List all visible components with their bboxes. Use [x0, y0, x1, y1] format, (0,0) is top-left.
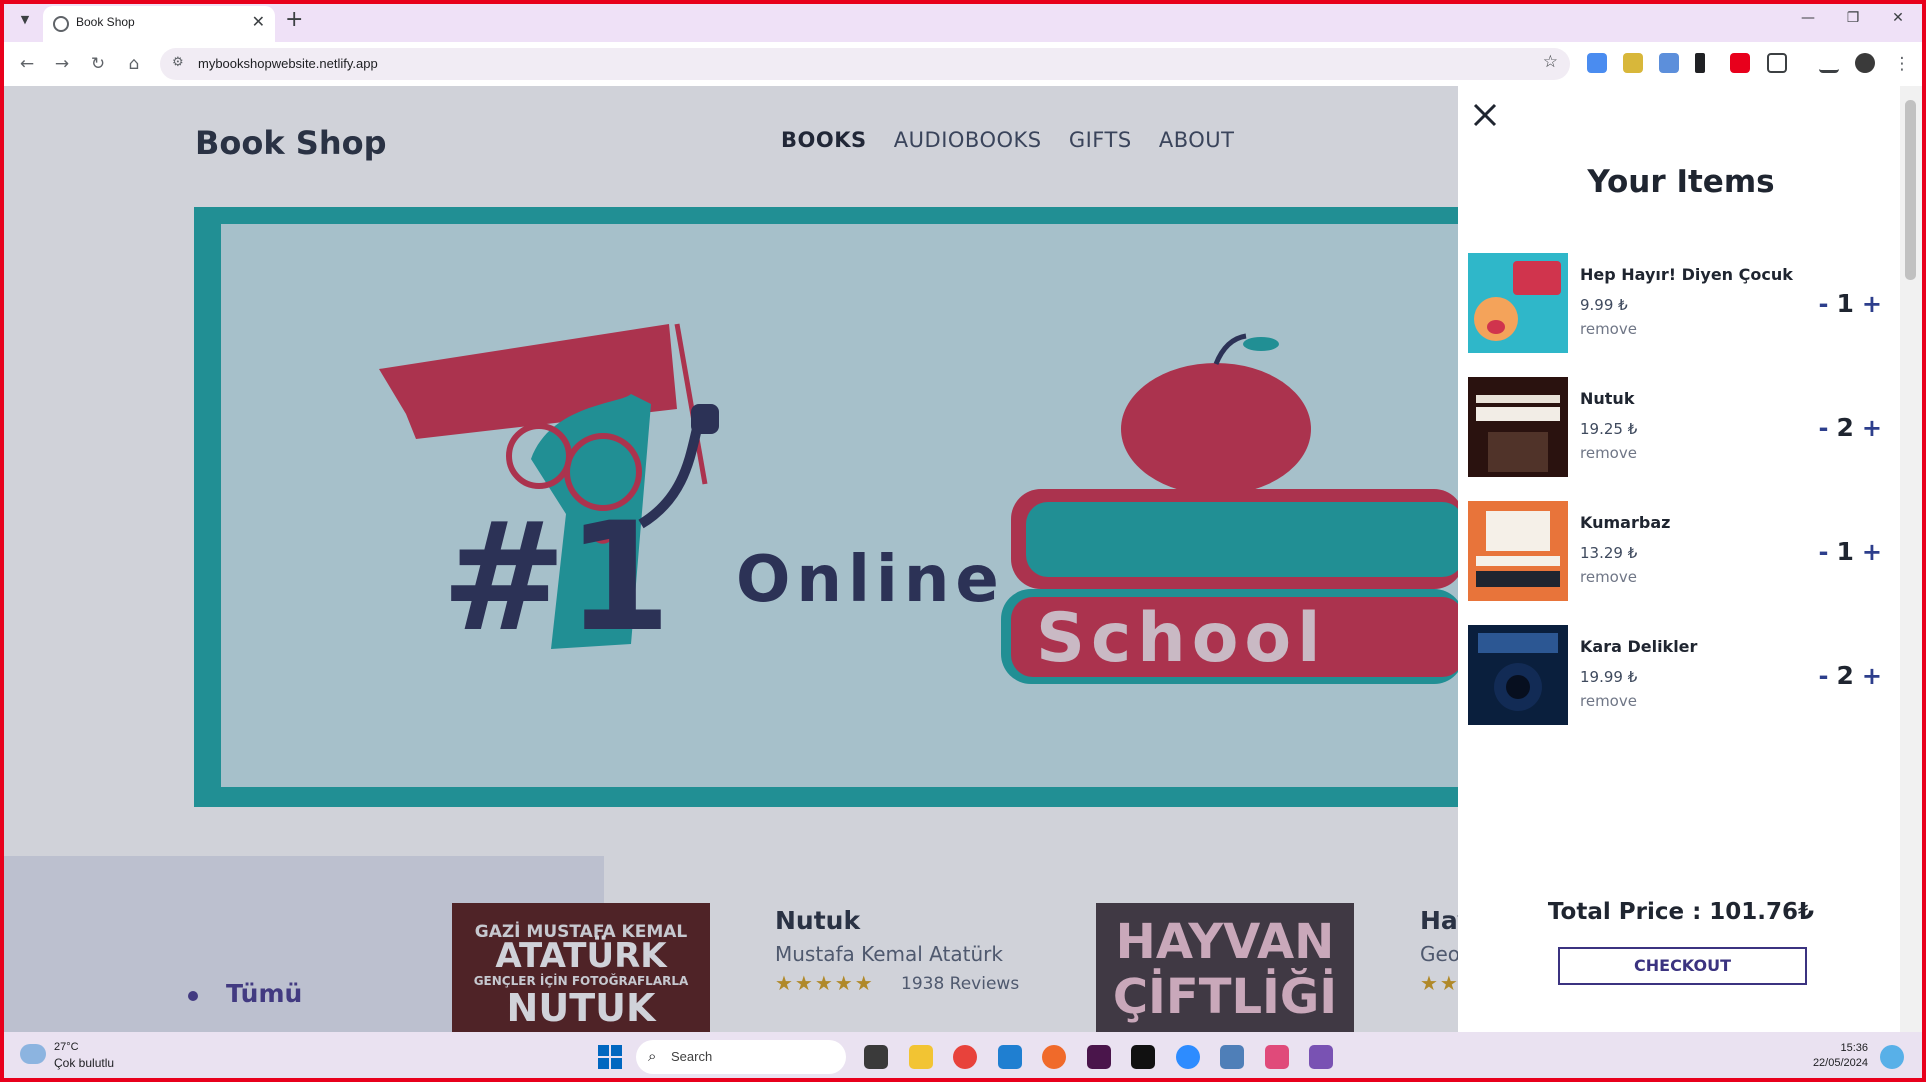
windows-taskbar: 27°C Çok bulutlu ⌕ Search 15:36 22/05/20… — [0, 1032, 1926, 1082]
scrollbar-thumb[interactable] — [1905, 100, 1916, 280]
item-quantity: 1 — [1836, 537, 1854, 566]
file-explorer-icon[interactable] — [909, 1045, 933, 1069]
tab-book-shop[interactable]: Book Shop ✕ — [43, 6, 275, 42]
reload-icon[interactable]: ↻ — [86, 52, 110, 76]
intellij-icon[interactable] — [1131, 1045, 1155, 1069]
cart-item-name: Kara Delikler — [1580, 637, 1698, 656]
weather-cloud-icon[interactable] — [20, 1044, 46, 1064]
taskbar-search-label: Search — [671, 1049, 713, 1064]
address-bar[interactable]: ⚙ mybookshopwebsite.netlify.app ☆ — [160, 48, 1570, 80]
decrease-qty-button[interactable]: - — [1819, 290, 1829, 318]
increase-qty-button[interactable]: + — [1862, 538, 1882, 566]
increase-qty-button[interactable]: + — [1862, 414, 1882, 442]
increase-qty-button[interactable]: + — [1862, 290, 1882, 318]
windows-start-icon[interactable] — [598, 1045, 622, 1069]
snipping-tool-icon[interactable] — [1265, 1045, 1289, 1069]
minimize-icon[interactable]: — — [1798, 10, 1818, 26]
cart-heading: Your Items — [1587, 164, 1775, 200]
download-icon[interactable] — [1819, 53, 1839, 73]
browser-toolbar: ← → ↻ ⌂ ⚙ mybookshopwebsite.netlify.app … — [0, 42, 1926, 86]
bookmark-star-icon[interactable]: ☆ — [1543, 52, 1558, 72]
chrome-icon[interactable] — [953, 1045, 977, 1069]
cart-item-name: Kumarbaz — [1580, 513, 1671, 532]
cart-item-cover — [1468, 253, 1568, 353]
cart-total-price: Total Price : 101.76₺ — [1547, 899, 1815, 925]
cart-panel: Your Items Hep Hayır! Diyen Çocuk 9.99 ₺… — [1458, 86, 1904, 1032]
item-quantity: 1 — [1836, 289, 1854, 318]
browser-tab-bar: ▼ Book Shop ✕ + — ❐ ✕ — [0, 0, 1926, 42]
quantity-stepper: - 1 + — [1819, 289, 1882, 318]
postman-icon[interactable] — [1042, 1045, 1066, 1069]
cart-item-cover — [1468, 377, 1568, 477]
cart-item-price: 19.99 ₺ — [1580, 668, 1638, 686]
item-quantity: 2 — [1836, 413, 1854, 442]
extension-icon[interactable] — [1659, 53, 1679, 73]
tab-list-dropdown-icon[interactable]: ▼ — [14, 9, 36, 31]
vscode-icon[interactable] — [998, 1045, 1022, 1069]
copilot-icon[interactable] — [1880, 1045, 1904, 1069]
translate-extension-icon[interactable] — [1587, 53, 1607, 73]
close-window-icon[interactable]: ✕ — [1888, 10, 1908, 26]
url-text: mybookshopwebsite.netlify.app — [198, 56, 378, 71]
remove-item-link[interactable]: remove — [1580, 568, 1637, 586]
profile-avatar[interactable] — [1855, 53, 1875, 73]
extensions-puzzle-icon[interactable] — [1767, 53, 1787, 73]
clock-date[interactable]: 22/05/2024 — [1800, 1057, 1868, 1069]
cart-item-name: Nutuk — [1580, 389, 1635, 408]
checkout-button[interactable]: CHECKOUT — [1558, 947, 1807, 985]
new-tab-icon[interactable]: + — [285, 7, 303, 32]
book-shop-page: Book Shop BOOKS AUDIOBOOKS GIFTS ABOUT #… — [4, 86, 1473, 1032]
cart-item: Hep Hayır! Diyen Çocuk 9.99 ₺ remove - 1… — [1468, 253, 1898, 355]
zoom-icon[interactable] — [1176, 1045, 1200, 1069]
clock-time[interactable]: 15:36 — [1828, 1042, 1868, 1054]
remove-item-link[interactable]: remove — [1580, 692, 1637, 710]
cart-item-price: 9.99 ₺ — [1580, 296, 1628, 314]
page-viewport: Book Shop BOOKS AUDIOBOOKS GIFTS ABOUT #… — [4, 86, 1904, 1032]
remove-item-link[interactable]: remove — [1580, 444, 1637, 462]
tab-title: Book Shop — [76, 15, 135, 29]
close-cart-icon[interactable] — [1472, 102, 1498, 128]
decrease-qty-button[interactable]: - — [1819, 662, 1829, 690]
extension-icon[interactable] — [1623, 53, 1643, 73]
site-info-icon[interactable]: ⚙ — [172, 55, 184, 70]
page-scrollbar[interactable] — [1900, 86, 1922, 1032]
forward-icon[interactable]: → — [50, 52, 74, 76]
globe-icon — [53, 16, 69, 32]
remote-desktop-icon[interactable] — [1220, 1045, 1244, 1069]
cart-item-cover — [1468, 625, 1568, 725]
weather-temperature[interactable]: 27°C — [54, 1041, 79, 1053]
decrease-qty-button[interactable]: - — [1819, 538, 1829, 566]
bootstrap-studio-icon[interactable] — [1309, 1045, 1333, 1069]
back-icon[interactable]: ← — [15, 52, 39, 76]
cart-item-cover — [1468, 501, 1568, 601]
cart-item-price: 13.29 ₺ — [1580, 544, 1638, 562]
extension-badge-icon[interactable] — [1730, 53, 1750, 73]
decrease-qty-button[interactable]: - — [1819, 414, 1829, 442]
search-icon: ⌕ — [648, 1047, 657, 1065]
cart-item: Kara Delikler 19.99 ₺ remove - 2 + — [1468, 625, 1898, 727]
cart-item-price: 19.25 ₺ — [1580, 420, 1638, 438]
cart-backdrop-overlay[interactable] — [4, 86, 1458, 1032]
remove-item-link[interactable]: remove — [1580, 320, 1637, 338]
slack-icon[interactable] — [1087, 1045, 1111, 1069]
home-icon[interactable]: ⌂ — [122, 52, 146, 76]
item-quantity: 2 — [1836, 661, 1854, 690]
increase-qty-button[interactable]: + — [1862, 662, 1882, 690]
cart-item: Nutuk 19.25 ₺ remove - 2 + — [1468, 377, 1898, 479]
restore-icon[interactable]: ❐ — [1843, 10, 1863, 26]
weather-description[interactable]: Çok bulutlu — [54, 1056, 114, 1070]
cart-item-name: Hep Hayır! Diyen Çocuk — [1580, 265, 1793, 284]
quantity-stepper: - 1 + — [1819, 537, 1882, 566]
eyedropper-extension-icon[interactable] — [1695, 53, 1705, 73]
taskbar-search[interactable]: ⌕ Search — [636, 1040, 846, 1074]
browser-menu-icon[interactable]: ⋮ — [1890, 52, 1914, 76]
task-view-icon[interactable] — [864, 1045, 888, 1069]
quantity-stepper: - 2 + — [1819, 413, 1882, 442]
quantity-stepper: - 2 + — [1819, 661, 1882, 690]
cart-item: Kumarbaz 13.29 ₺ remove - 1 + — [1468, 501, 1898, 603]
close-tab-icon[interactable]: ✕ — [252, 12, 265, 31]
